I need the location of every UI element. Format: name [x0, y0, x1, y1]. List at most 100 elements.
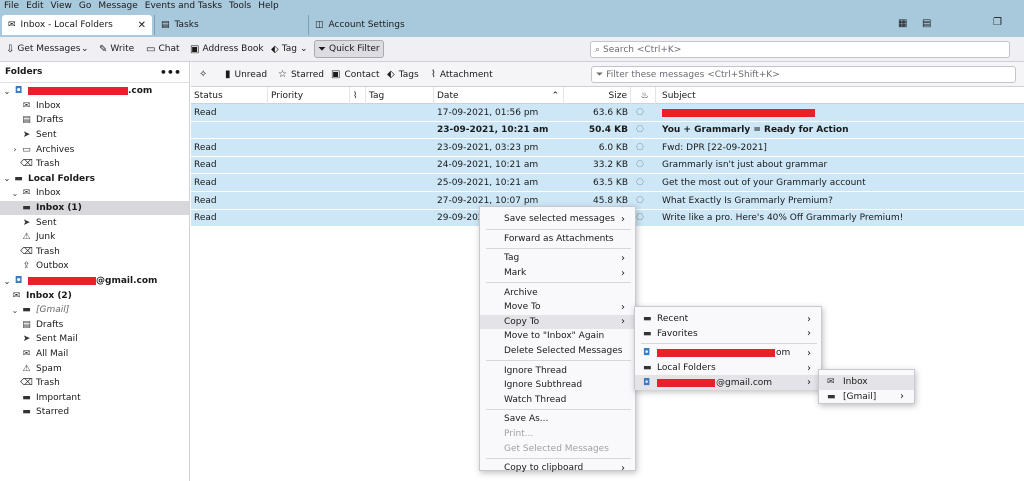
- address-book-button[interactable]: ▣ Address Book: [187, 40, 267, 58]
- chevron-right-icon[interactable]: ›: [10, 145, 20, 154]
- menu-item[interactable]: Archive: [480, 285, 635, 300]
- junk-status-icon[interactable]: ⎔: [636, 104, 644, 121]
- folder-item[interactable]: ⌄ ◘ @gmail.com: [0, 274, 189, 289]
- menu-item[interactable]: Copy To ›: [480, 314, 635, 330]
- menu-item[interactable]: Move To ›: [480, 300, 635, 315]
- tab-inbox[interactable]: ✉ Inbox - Local Folders ✕: [2, 15, 152, 35]
- message-row[interactable]: Read 23-09-2021, 03:23 pm 6.0 KB ⎔ Fwd: DPR …: [191, 139, 1024, 157]
- menu-item[interactable]: ▬ Local Folders ›: [635, 361, 821, 376]
- search-input[interactable]: ⌕ Search <Ctrl+K>: [590, 41, 1010, 58]
- message-row[interactable]: Read 17-09-2021, 01:56 pm 63.6 KB ⎔: [191, 104, 1024, 122]
- folder-item[interactable]: ⚠ Junk: [0, 230, 189, 245]
- menu-help[interactable]: Help: [254, 0, 282, 11]
- quick-filter-button[interactable]: ⏷ Quick Filter: [314, 40, 384, 58]
- folder-item[interactable]: ▬ Starred: [0, 405, 189, 420]
- menu-item[interactable]: Forward as Attachments: [480, 232, 635, 247]
- chevron-down-icon[interactable]: ⌄: [2, 87, 12, 96]
- message-row[interactable]: 23-09-2021, 10:21 am 50.4 KB ⎔ You + Gramma…: [191, 121, 1024, 140]
- menu-item[interactable]: ▬ Recent ›: [635, 312, 821, 327]
- calendar-icon[interactable]: ▦: [898, 18, 907, 29]
- menu-events-and-tasks[interactable]: Events and Tasks: [141, 0, 225, 11]
- sticky-filter-button[interactable]: ✧: [199, 66, 211, 83]
- folder-item[interactable]: ✉ Inbox: [0, 99, 189, 114]
- column-date[interactable]: Date ⌃: [434, 87, 564, 104]
- chat-button[interactable]: ▭ Chat: [143, 40, 183, 58]
- folder-item[interactable]: ⌄ ▬ [Gmail]: [0, 303, 189, 318]
- menu-item[interactable]: Move to "Inbox" Again: [480, 329, 635, 344]
- message-row[interactable]: Read 24-09-2021, 10:21 am 33.2 KB ⎔ Grammarl…: [191, 156, 1024, 175]
- folder-item[interactable]: ✉ Inbox (2): [0, 288, 189, 303]
- tag-button[interactable]: ⬖ Tag ⌄: [268, 40, 311, 58]
- tab-tasks[interactable]: ▤ Tasks: [154, 15, 304, 35]
- menu-view[interactable]: View: [47, 0, 75, 11]
- folder-item[interactable]: ⚠ Spam: [0, 361, 189, 376]
- menu-item[interactable]: Watch Thread: [480, 393, 635, 408]
- folder-item[interactable]: ▬ Important: [0, 391, 189, 406]
- junk-status-icon[interactable]: ⎔: [636, 174, 644, 191]
- junk-status-icon[interactable]: ⎔: [636, 210, 644, 227]
- menu-item[interactable]: ▬ [Gmail] ›: [819, 390, 914, 405]
- folder-item[interactable]: ⌫ Trash: [0, 245, 189, 260]
- junk-status-icon[interactable]: ⎔: [636, 192, 644, 209]
- folder-item[interactable]: ⌫ Trash: [0, 376, 189, 391]
- column-status[interactable]: Status: [191, 87, 268, 104]
- menu-item[interactable]: ◘ om ›: [635, 346, 821, 361]
- message-row[interactable]: Read 25-09-2021, 10:21 am 63.5 KB ⎔ Get the …: [191, 174, 1024, 192]
- tasks-pane-icon[interactable]: ▤: [922, 18, 931, 29]
- menu-item[interactable]: Mark ›: [480, 266, 635, 281]
- menu-item[interactable]: ✉ Inbox: [819, 375, 914, 390]
- column-priority[interactable]: Priority: [268, 87, 350, 104]
- folder-item[interactable]: ⇪ Outbox: [0, 259, 189, 274]
- get-messages-button[interactable]: ⇩ Get Messages: [3, 40, 83, 58]
- menu-item[interactable]: ▬ Favorites ›: [635, 327, 821, 342]
- chevron-down-icon[interactable]: ⌄: [2, 174, 12, 183]
- folder-item[interactable]: ➤ Sent: [0, 215, 189, 230]
- folder-item[interactable]: ⌄ ◘ .com: [0, 84, 189, 99]
- close-icon[interactable]: ✕: [138, 20, 146, 31]
- menu-item[interactable]: Save As...: [480, 412, 635, 427]
- chevron-down-icon[interactable]: ⌄: [10, 189, 20, 198]
- menu-go[interactable]: Go: [75, 0, 94, 11]
- tags-filter-button[interactable]: ⬖ Tags: [387, 66, 419, 83]
- chevron-down-icon[interactable]: ⌄: [2, 277, 12, 286]
- menu-tools[interactable]: Tools: [225, 0, 254, 11]
- column-size[interactable]: Size: [564, 87, 631, 104]
- unread-filter-button[interactable]: ▮ Unread: [225, 66, 267, 83]
- folder-item[interactable]: ✉ All Mail: [0, 347, 189, 362]
- folder-item[interactable]: ➤ Sent: [0, 128, 189, 143]
- junk-status-icon[interactable]: ⎔: [636, 139, 644, 156]
- menu-item[interactable]: Copy to clipboard ›: [480, 461, 635, 476]
- column-tag[interactable]: Tag: [366, 87, 434, 104]
- tab-account-settings[interactable]: ◫ Account Settings: [308, 15, 458, 35]
- menu-message[interactable]: Message: [94, 0, 140, 11]
- starred-filter-button[interactable]: ☆ Starred: [278, 66, 324, 83]
- column-junk[interactable]: ♨: [631, 87, 656, 104]
- filter-messages-input[interactable]: ⏷ Filter these messages <Ctrl+Shift+K>: [591, 66, 1016, 83]
- get-messages-dropdown[interactable]: ⌄: [78, 40, 92, 58]
- column-attachment[interactable]: ⌇: [350, 87, 366, 104]
- menu-edit[interactable]: Edit: [22, 0, 46, 11]
- menu-file[interactable]: File: [0, 0, 22, 11]
- folder-item[interactable]: ➤ Sent Mail: [0, 332, 189, 347]
- junk-status-icon[interactable]: ⎔: [636, 157, 644, 174]
- folder-item[interactable]: ⌄ ▬ Local Folders: [0, 172, 189, 187]
- junk-status-icon[interactable]: ⎔: [636, 122, 644, 139]
- contact-filter-button[interactable]: ▣ Contact: [331, 66, 379, 83]
- chevron-down-icon[interactable]: ⌄: [10, 306, 20, 315]
- folder-item[interactable]: ▤ Drafts: [0, 318, 189, 333]
- folder-item[interactable]: ▬ Inbox (1): [0, 200, 189, 216]
- folder-item[interactable]: ⌄ ✉ Inbox: [0, 186, 189, 201]
- folder-item[interactable]: › ▭ Archives: [0, 142, 189, 157]
- menu-item[interactable]: Ignore Thread: [480, 363, 635, 378]
- folder-item[interactable]: ▤ Drafts: [0, 113, 189, 128]
- menu-item[interactable]: Delete Selected Messages: [480, 344, 635, 359]
- attachment-filter-button[interactable]: ⌇ Attachment: [431, 66, 493, 83]
- column-subject[interactable]: Subject: [656, 87, 1024, 104]
- restore-window-icon[interactable]: ❐: [993, 17, 1002, 28]
- menu-item[interactable]: Tag ›: [480, 251, 635, 266]
- write-button[interactable]: ✎ Write: [96, 40, 137, 58]
- menu-item[interactable]: ◘ @gmail.com ›: [635, 375, 821, 390]
- more-options-icon[interactable]: •••: [160, 66, 181, 79]
- menu-item[interactable]: Ignore Subthread: [480, 378, 635, 393]
- menu-item[interactable]: Save selected messages ›: [480, 212, 635, 227]
